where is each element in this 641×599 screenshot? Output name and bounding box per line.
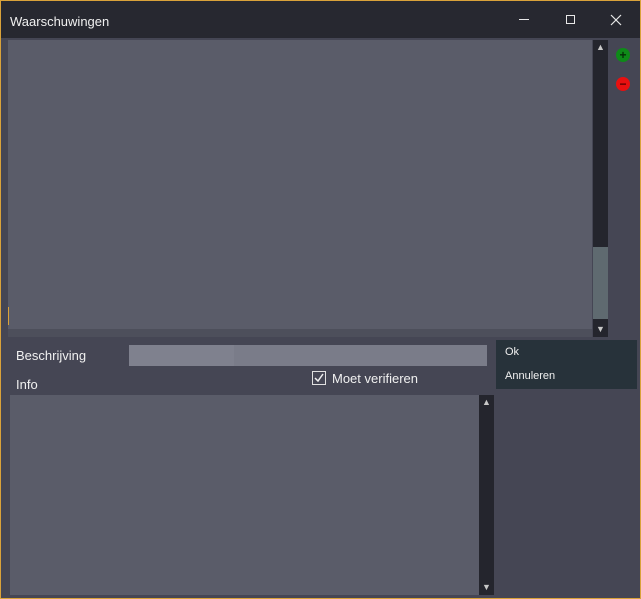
minus-circle-icon: − — [619, 76, 627, 91]
warnings-list[interactable] — [8, 40, 592, 329]
ok-button[interactable]: Ok — [505, 346, 519, 358]
moet-verifieren-label[interactable]: Moet verifieren — [332, 371, 418, 386]
warnings-window: Waarschuwingen ▲ ▼ + − Beschrijving Info — [0, 0, 641, 599]
maximize-icon — [565, 15, 575, 24]
close-icon — [610, 14, 622, 25]
maximize-button[interactable] — [547, 1, 593, 38]
scroll-down-icon[interactable]: ▼ — [593, 323, 608, 335]
remove-warning-button[interactable]: − — [616, 77, 630, 91]
minimize-button[interactable] — [501, 1, 547, 38]
scroll-down-icon[interactable]: ▼ — [479, 581, 494, 593]
action-panel: Ok Annuleren — [496, 340, 637, 389]
moet-verifieren-checkbox[interactable] — [312, 371, 326, 385]
warnings-list-footer — [8, 329, 592, 337]
close-button[interactable] — [593, 1, 639, 38]
add-warning-button[interactable]: + — [616, 48, 630, 62]
info-label: Info — [16, 377, 38, 392]
info-scrollbar[interactable]: ▲ ▼ — [479, 395, 494, 595]
minimize-icon — [519, 19, 529, 20]
beschrijving-label: Beschrijving — [16, 348, 87, 363]
beschrijving-input[interactable] — [129, 345, 487, 366]
checkmark-icon — [314, 373, 324, 383]
scroll-up-icon[interactable]: ▲ — [479, 396, 494, 408]
scroll-up-icon[interactable]: ▲ — [593, 41, 608, 53]
scrollbar-thumb[interactable] — [593, 247, 608, 319]
title-bar[interactable]: Waarschuwingen — [1, 1, 640, 38]
warnings-list-scrollbar[interactable]: ▲ ▼ — [593, 40, 608, 337]
info-textarea[interactable] — [10, 395, 479, 595]
text-caret — [8, 307, 9, 325]
beschrijving-input-highlight — [129, 345, 234, 366]
window-title: Waarschuwingen — [10, 14, 110, 29]
plus-circle-icon: + — [619, 47, 627, 62]
annuleren-button[interactable]: Annuleren — [505, 370, 555, 382]
